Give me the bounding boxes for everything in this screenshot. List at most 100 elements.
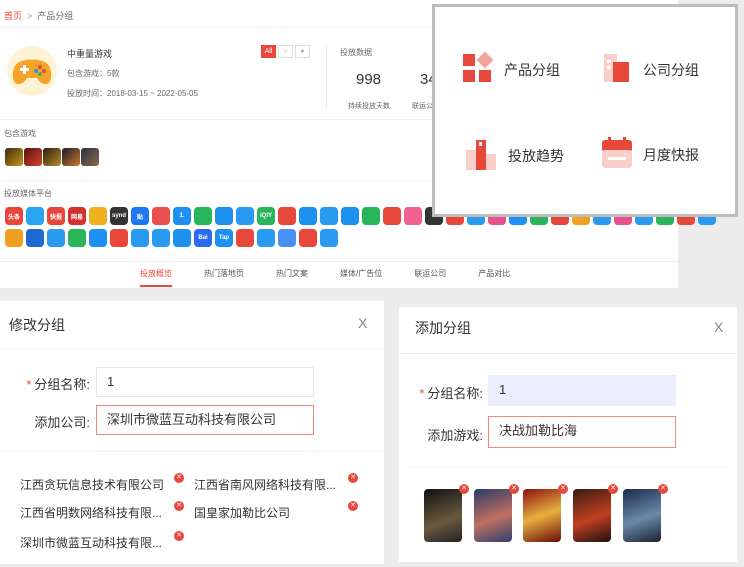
breadcrumb-home[interactable]: 首页 bbox=[4, 11, 22, 21]
media-platform-icon[interactable] bbox=[68, 229, 86, 247]
remove-icon[interactable]: ✕ bbox=[509, 484, 519, 494]
android-icon[interactable]: ● bbox=[295, 45, 310, 58]
media-platform-icon[interactable] bbox=[278, 229, 296, 247]
media-platform-icon[interactable] bbox=[299, 207, 317, 225]
game-icon[interactable] bbox=[43, 148, 61, 166]
included-games-count: 包含游戏：5款 bbox=[67, 69, 120, 78]
stats-title: 投放数据 bbox=[340, 48, 372, 57]
nav-company-group-label: 公司分组 bbox=[643, 61, 699, 78]
selected-game-icon bbox=[424, 489, 462, 542]
media-platform-icon[interactable] bbox=[89, 207, 107, 225]
remove-icon[interactable]: ✕ bbox=[608, 484, 618, 494]
modify-group-modal: 修改分组 X * 分组名称: 1 添加公司: 深圳市微蓝互动科技有限公司 江西贪玩… bbox=[0, 301, 384, 564]
remove-icon[interactable]: ✕ bbox=[174, 473, 184, 483]
media-platform-icon[interactable] bbox=[320, 207, 338, 225]
media-platform-icon[interactable]: 头条 bbox=[5, 207, 23, 225]
tab-overview[interactable]: 投放概览 bbox=[140, 263, 172, 287]
media-platform-icon[interactable] bbox=[215, 207, 233, 225]
tab-copywriting[interactable]: 热门文案 bbox=[276, 263, 308, 287]
selected-game-icon bbox=[474, 489, 512, 542]
media-platform-icon[interactable]: 网易 bbox=[68, 207, 86, 225]
media-platform-icon[interactable] bbox=[5, 229, 23, 247]
remove-icon[interactable]: ✕ bbox=[348, 473, 358, 483]
media-platform-icon[interactable] bbox=[236, 207, 254, 225]
add-company-input[interactable]: 深圳市微蓝互动科技有限公司 bbox=[96, 405, 314, 435]
grid-icon bbox=[462, 51, 494, 87]
nav-product-group[interactable]: 产品分组 bbox=[462, 51, 560, 87]
add-game-input[interactable]: 决战加勒比海 bbox=[488, 416, 676, 448]
company-tag: 深圳市微蓝互动科技有限... bbox=[20, 536, 163, 550]
media-platform-icon[interactable]: Tap bbox=[215, 229, 233, 247]
close-icon[interactable]: X bbox=[714, 319, 723, 335]
breadcrumb-separator: > bbox=[27, 11, 33, 21]
remove-icon[interactable]: ✕ bbox=[658, 484, 668, 494]
nav-monthly-report[interactable]: 月度快报 bbox=[601, 136, 699, 173]
media-platform-icon[interactable] bbox=[26, 207, 44, 225]
remove-icon[interactable]: ✕ bbox=[174, 501, 184, 511]
divider bbox=[0, 261, 678, 262]
media-platform-icon[interactable] bbox=[236, 229, 254, 247]
selected-game-icon bbox=[523, 489, 561, 542]
media-platform-icon[interactable] bbox=[383, 207, 401, 225]
media-platform-row: Bai Tap bbox=[5, 229, 338, 247]
calendar-icon bbox=[601, 136, 633, 173]
modal-title: 修改分组 bbox=[9, 317, 65, 333]
selected-game-icon bbox=[623, 489, 661, 542]
game-icon[interactable] bbox=[5, 148, 23, 166]
included-games-list bbox=[5, 148, 99, 166]
remove-icon[interactable]: ✕ bbox=[558, 484, 568, 494]
media-platform-icon[interactable] bbox=[278, 207, 296, 225]
media-platform-icon[interactable]: 1. bbox=[173, 207, 191, 225]
remove-icon[interactable]: ✕ bbox=[348, 501, 358, 511]
date-range: 投放时间：2018-03-15 ~ 2022-05-05 bbox=[67, 89, 198, 98]
tab-bar: 投放概览 热门落地页 热门文案 媒体/广告位 联运公司 产品对比 bbox=[140, 263, 542, 287]
media-platform-icon[interactable] bbox=[47, 229, 65, 247]
media-platform-icon[interactable] bbox=[362, 207, 380, 225]
media-platform-icon[interactable] bbox=[110, 229, 128, 247]
media-platform-icon[interactable] bbox=[89, 229, 107, 247]
nav-company-group[interactable]: 公司分组 bbox=[601, 52, 699, 87]
media-platform-icon[interactable] bbox=[26, 229, 44, 247]
media-platform-icon[interactable]: 快报 bbox=[47, 207, 65, 225]
nav-ad-trend-label: 投放趋势 bbox=[508, 147, 564, 164]
divider bbox=[409, 467, 729, 468]
tab-partner-companies[interactable]: 联运公司 bbox=[414, 263, 446, 287]
game-icon[interactable] bbox=[62, 148, 80, 166]
media-platform-icon[interactable] bbox=[404, 207, 422, 225]
remove-icon[interactable]: ✕ bbox=[459, 484, 469, 494]
breadcrumb: 首页 > 产品分组 bbox=[4, 9, 73, 22]
media-platform-icon[interactable] bbox=[341, 207, 359, 225]
modal-title: 添加分组 bbox=[415, 320, 471, 336]
nav-ad-trend[interactable]: 投放趋势 bbox=[464, 136, 564, 175]
media-platform-icon[interactable] bbox=[299, 229, 317, 247]
nav-product-group-label: 产品分组 bbox=[504, 61, 560, 78]
filter-all-button[interactable]: All bbox=[261, 45, 276, 58]
media-platform-icon[interactable] bbox=[173, 229, 191, 247]
group-name-input[interactable]: 1 bbox=[96, 367, 314, 397]
media-platform-icon[interactable] bbox=[320, 229, 338, 247]
media-platform-icon[interactable]: Bai bbox=[194, 229, 212, 247]
media-platform-icon[interactable] bbox=[257, 229, 275, 247]
media-platform-icon[interactable]: synd bbox=[110, 207, 128, 225]
game-icon[interactable] bbox=[24, 148, 42, 166]
selected-game-icon bbox=[573, 489, 611, 542]
game-icon[interactable] bbox=[81, 148, 99, 166]
divider bbox=[0, 27, 432, 28]
remove-icon[interactable]: ✕ bbox=[174, 531, 184, 541]
media-platform-icon[interactable] bbox=[152, 207, 170, 225]
apple-icon[interactable]: ○ bbox=[278, 45, 293, 58]
media-platform-icon[interactable] bbox=[194, 207, 212, 225]
group-name-input[interactable]: 1 bbox=[488, 375, 676, 406]
close-icon[interactable]: X bbox=[358, 315, 367, 331]
media-platform-icon[interactable] bbox=[131, 229, 149, 247]
divider bbox=[0, 348, 384, 349]
company-tag: 江西省南风网络科技有限... bbox=[194, 478, 337, 492]
media-platform-icon[interactable]: 贴 bbox=[131, 207, 149, 225]
tab-product-compare[interactable]: 产品对比 bbox=[478, 263, 510, 287]
stat-company-label: 联运公 bbox=[412, 103, 433, 110]
group-name-label: * 分组名称: bbox=[26, 377, 90, 392]
tab-media-placements[interactable]: 媒体/广告位 bbox=[340, 263, 382, 287]
tab-landing-pages[interactable]: 热门落地页 bbox=[204, 263, 244, 287]
media-platform-icon[interactable] bbox=[152, 229, 170, 247]
media-platform-icon[interactable]: iQIY bbox=[257, 207, 275, 225]
